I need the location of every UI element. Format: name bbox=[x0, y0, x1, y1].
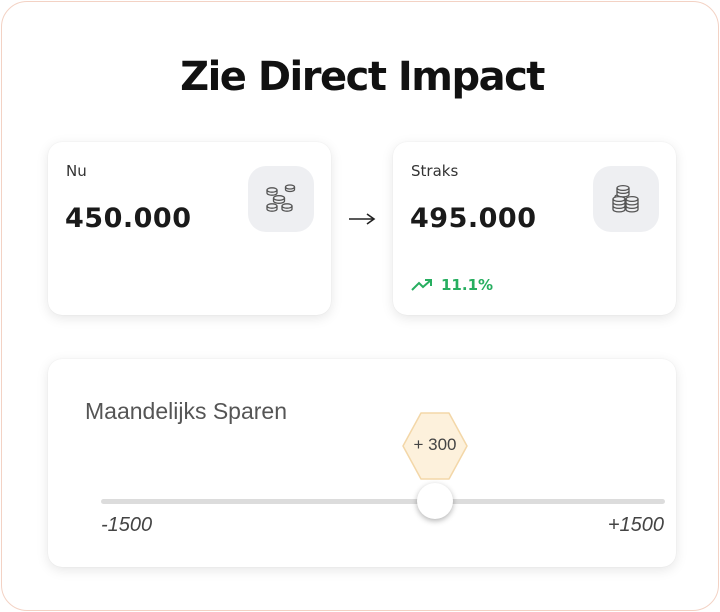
now-value: 450.000 bbox=[65, 203, 192, 234]
widget-frame: Zie Direct Impact Nu 450.000 Straks 495.… bbox=[1, 1, 719, 611]
page-title: Zie Direct Impact bbox=[180, 54, 545, 100]
change-indicator: 11.1% bbox=[411, 276, 493, 294]
slider-track[interactable] bbox=[101, 499, 665, 504]
value-bubble-text: + 300 bbox=[413, 435, 457, 454]
now-label: Nu bbox=[66, 162, 87, 180]
arrow-right-icon bbox=[349, 213, 376, 225]
slider-min-label: -1500 bbox=[101, 514, 153, 536]
monthly-savings-card: Maandelijks Sparen + 300 -1500 +1500 bbox=[48, 359, 676, 567]
slider-thumb[interactable] bbox=[417, 483, 453, 519]
coin-stack-icon bbox=[593, 166, 659, 232]
slider-label: Maandelijks Sparen bbox=[85, 398, 288, 424]
later-card: Straks 495.000 11.1% bbox=[393, 142, 676, 315]
coins-scattered-icon bbox=[248, 166, 314, 232]
change-percent: 11.1% bbox=[441, 276, 494, 294]
later-value: 495.000 bbox=[410, 203, 537, 234]
trending-up-icon bbox=[411, 279, 432, 291]
now-card: Nu 450.000 bbox=[48, 142, 331, 315]
slider-max-label: +1500 bbox=[607, 514, 664, 536]
later-label: Straks bbox=[411, 162, 459, 180]
